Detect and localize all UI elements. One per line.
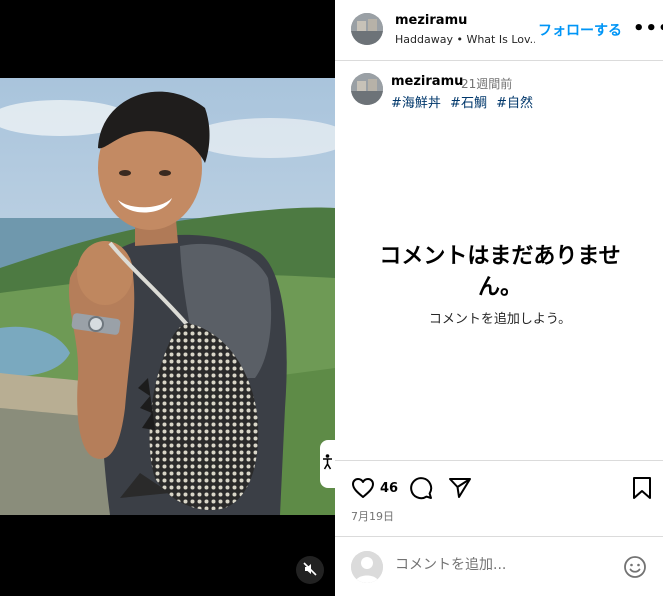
post-actions: 46 7月19日 xyxy=(335,460,663,544)
follow-button[interactable]: フォローする xyxy=(538,20,622,40)
hashtag-link[interactable]: #海鮮丼 xyxy=(391,96,441,111)
post-sidebar: meziramu Haddaway • What Is Lov... フォローす… xyxy=(335,0,663,596)
author-username[interactable]: meziramu xyxy=(395,13,467,28)
accessibility-button[interactable] xyxy=(320,440,335,488)
user-avatar-icon xyxy=(351,551,383,583)
caption-hashtags: #海鮮丼 #石鯛 #自然 xyxy=(391,92,538,111)
speaker-muted-icon xyxy=(303,561,317,580)
heart-icon[interactable] xyxy=(351,477,375,503)
bookmark-icon[interactable] xyxy=(631,476,653,504)
like-count[interactable]: 46 xyxy=(380,481,398,496)
post-date[interactable]: 7月19日 xyxy=(351,508,394,524)
more-dots-icon[interactable]: ••• xyxy=(633,18,663,39)
paper-plane-icon[interactable] xyxy=(448,476,472,504)
author-avatar[interactable] xyxy=(351,13,383,45)
post-media[interactable] xyxy=(0,0,335,596)
post-header: meziramu Haddaway • What Is Lov... フォローす… xyxy=(335,0,663,61)
caption-author-avatar[interactable] xyxy=(351,73,383,105)
post-photo[interactable] xyxy=(0,78,335,515)
no-comments-subtitle: コメントを追加しよう。 xyxy=(428,312,572,327)
comment-bubble-icon[interactable] xyxy=(409,476,433,504)
smiley-icon[interactable] xyxy=(623,555,647,583)
no-comments-title: コメントはまだありません。 xyxy=(379,244,621,300)
comment-input[interactable] xyxy=(395,557,605,573)
accessibility-icon xyxy=(322,454,333,474)
comment-composer xyxy=(335,536,663,596)
audio-track[interactable]: Haddaway • What Is Lov... xyxy=(395,33,535,46)
hashtag-link[interactable]: #自然 xyxy=(496,96,533,111)
caption-timestamp[interactable]: 21週間前 xyxy=(461,75,512,92)
mute-button[interactable] xyxy=(296,556,324,584)
hashtag-link[interactable]: #石鯛 xyxy=(450,96,487,111)
caption-username[interactable]: meziramu xyxy=(391,74,463,89)
man-holding-fish-image xyxy=(0,78,335,515)
